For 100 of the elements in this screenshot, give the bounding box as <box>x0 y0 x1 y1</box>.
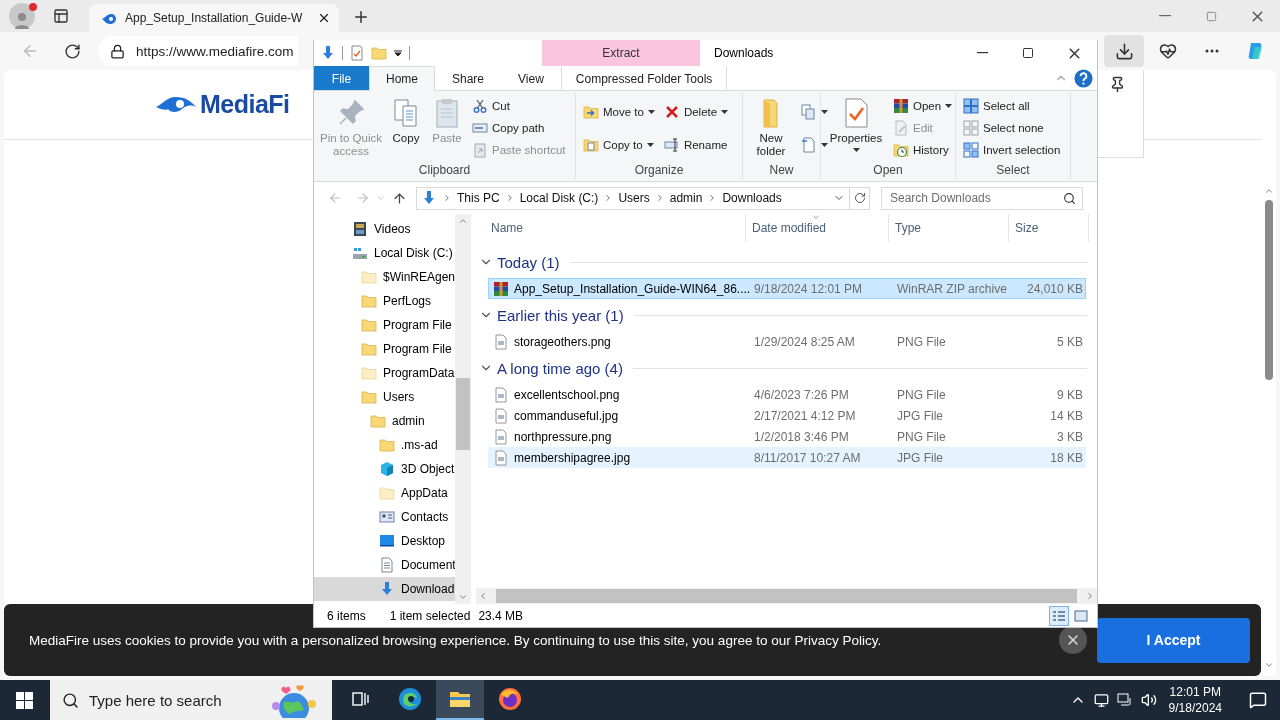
ribbon-tab[interactable]: Compressed Folder Tools <box>560 66 728 90</box>
ribbon-button[interactable]: Select all <box>961 95 1063 117</box>
date-cell-text: 1/2/2018 3:46 PM <box>753 429 850 444</box>
history-icon <box>893 142 909 158</box>
group-header[interactable]: A long time ago (4) <box>497 359 623 377</box>
file-row[interactable]: northpressure.png 1/2/2018 3:46 PM PNG File 3 KB <box>488 426 1086 447</box>
file-name: commanduseful.jpg <box>514 408 619 423</box>
scrollbar[interactable] <box>476 588 1097 604</box>
nav-item[interactable]: admin <box>314 409 455 433</box>
cookie-text: MediaFire uses cookies to provide you with a personalized browsing experience. By continuing to use this site, you agree to our Privacy Policy. <box>29 632 882 648</box>
accept-button[interactable]: I Accept <box>1097 617 1250 663</box>
notification-dot <box>29 3 37 11</box>
file-row[interactable]: membershipagree.jpg 8/11/2017 10:27 AM JPG File 18 KB <box>488 447 1086 468</box>
file-name: membershipagree.jpg <box>514 450 631 465</box>
taskbar-app[interactable] <box>436 680 484 720</box>
search-field[interactable]: Search Downloads <box>881 186 1083 210</box>
file-row[interactable]: App_Setup_Installation_Guide-WIN64_86.... 9/18/2024 12:01 PM WinRAR ZIP archive 24,010 KB <box>488 278 1086 299</box>
copy-to-icon <box>583 136 599 153</box>
folder-icon <box>371 45 387 61</box>
nav-item[interactable]: .ms-ad <box>314 433 455 457</box>
details-view-button[interactable] <box>1049 605 1069 626</box>
ribbon-button[interactable]: Copy path <box>470 117 568 139</box>
ribbon-tab[interactable]: File <box>314 66 369 90</box>
group-header[interactable]: Today (1) <box>497 253 560 271</box>
download-icon <box>320 45 336 61</box>
column-header[interactable]: Size <box>1009 214 1089 242</box>
logo-text[interactable]: MediaFi <box>200 90 290 119</box>
plus-icon <box>352 8 370 26</box>
address-bar[interactable]: https://www.mediafire.com <box>98 36 298 66</box>
nav-item[interactable]: $WinREAgen <box>314 265 455 289</box>
ribbon-button[interactable]: Properties <box>826 95 886 161</box>
checklist-icon <box>349 45 365 61</box>
document-icon <box>379 557 395 573</box>
ribbon-button[interactable]: Select none <box>961 117 1063 139</box>
nav-item[interactable]: ProgramData <box>314 361 455 385</box>
ribbon-button[interactable]: New folder <box>748 95 794 161</box>
column-header[interactable]: Type <box>889 214 1009 242</box>
breadcrumb[interactable]: admin <box>669 191 703 205</box>
nav-item[interactable]: Document <box>314 553 455 577</box>
ribbon-button[interactable] <box>799 101 830 122</box>
select-none-icon <box>963 120 979 136</box>
group-header[interactable]: Earlier this year (1) <box>497 306 624 324</box>
delete-icon <box>663 103 680 120</box>
downloads-button[interactable] <box>1104 35 1144 67</box>
network-icon[interactable] <box>1116 692 1133 708</box>
ribbon-tab[interactable]: Home <box>369 66 435 91</box>
nav-item[interactable]: Videos <box>314 217 455 241</box>
ribbon-button[interactable]: Open <box>891 95 955 117</box>
nav-item[interactable]: Download <box>314 577 455 601</box>
list-icon <box>1052 609 1066 622</box>
search-input[interactable]: Type here to search <box>87 690 248 710</box>
breadcrumb[interactable]: Downloads <box>722 191 782 205</box>
ribbon-button[interactable]: Invert selection <box>961 139 1063 161</box>
clock[interactable]: 12:01 PM 9/18/2024 <box>1168 684 1222 716</box>
select-all-icon <box>963 98 979 114</box>
size-cell-text: 3 KB <box>1056 429 1084 444</box>
nav-item[interactable]: PerfLogs <box>314 289 455 313</box>
file-row[interactable]: storageothers.png 1/29/2024 8:25 AM PNG File 5 KB <box>488 331 1086 352</box>
scrollbar-thumb[interactable] <box>456 378 470 450</box>
lock-icon <box>110 43 125 59</box>
file-row[interactable]: commanduseful.jpg 2/17/2021 4:12 PM JPG File 14 KB <box>488 405 1086 426</box>
nav-item[interactable]: Users <box>314 385 455 409</box>
browser-tab[interactable]: App_Setup_Installation_Guide-W <box>89 4 339 32</box>
nav-item[interactable]: AppData <box>314 481 455 505</box>
size-cell-text: 18 KB <box>1049 450 1084 465</box>
breadcrumb[interactable]: This PC <box>457 191 500 205</box>
nav-item[interactable]: Desktop <box>314 529 455 553</box>
nav-item[interactable]: Program File <box>314 313 455 337</box>
column-header[interactable]: Name <box>476 214 746 242</box>
ribbon-button[interactable]: Copy <box>388 95 424 161</box>
column-header[interactable]: Date modified <box>746 214 889 242</box>
address-field[interactable]: This PC Local Disk (C:) Users admin Downloads <box>416 186 850 210</box>
pin-button[interactable] <box>1109 76 1126 93</box>
ribbon-button[interactable]: Delete <box>661 101 731 122</box>
file-row[interactable]: excellentschool.png 4/6/2023 7:26 PM PNG File 9 KB <box>488 384 1086 405</box>
ribbon-button[interactable]: Move to <box>581 101 657 122</box>
nav-item[interactable]: Program File <box>314 337 455 361</box>
scrollbar[interactable] <box>455 214 471 604</box>
monitor-icon <box>1093 692 1109 708</box>
new-item-icon <box>801 103 817 120</box>
close-button[interactable] <box>1059 626 1087 654</box>
scrollbar-thumb[interactable] <box>1265 200 1273 380</box>
film-icon <box>352 221 368 237</box>
refresh-button[interactable] <box>850 186 870 210</box>
breadcrumb[interactable]: Users <box>618 191 650 205</box>
ribbon-button[interactable]: Copy to <box>581 134 657 155</box>
task-view-icon <box>350 689 370 709</box>
ribbon-button[interactable]: History <box>891 139 955 161</box>
ribbon-button[interactable]: Rename <box>661 134 731 155</box>
nav-item[interactable]: Local Disk (C:) <box>314 241 455 265</box>
breadcrumb[interactable]: Local Disk (C:) <box>519 191 599 205</box>
profile-avatar[interactable] <box>9 3 35 29</box>
search-field[interactable]: Type here to search <box>50 680 332 720</box>
nav-item[interactable]: Contacts <box>314 505 455 529</box>
chevron-down-icon <box>376 193 386 203</box>
date-cell-text: 2/17/2021 4:12 PM <box>753 408 857 423</box>
ribbon-button[interactable]: Cut <box>470 95 568 117</box>
nav-item[interactable]: 3D Object <box>314 457 455 481</box>
size-cell-text: 24,010 KB <box>1025 281 1084 296</box>
ribbon-button[interactable] <box>799 134 830 155</box>
